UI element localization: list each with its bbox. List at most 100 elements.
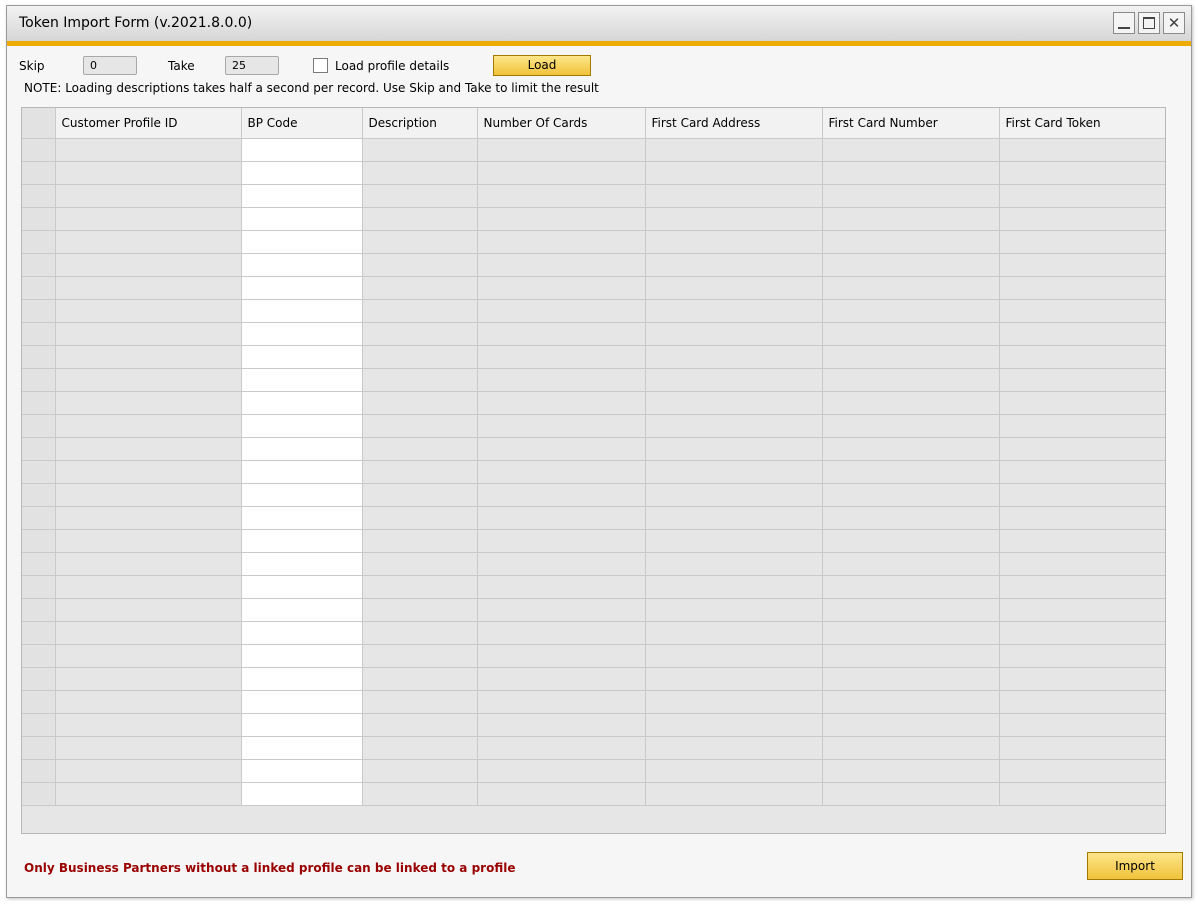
- table-cell[interactable]: [999, 552, 1165, 576]
- table-row[interactable]: [22, 322, 1165, 346]
- row-selector[interactable]: [22, 230, 56, 254]
- row-selector[interactable]: [22, 391, 56, 415]
- table-cell[interactable]: [822, 736, 1000, 760]
- table-cell[interactable]: [645, 138, 823, 162]
- row-selector[interactable]: [22, 782, 56, 806]
- table-cell[interactable]: [645, 598, 823, 622]
- table-cell[interactable]: [822, 529, 1000, 553]
- table-cell[interactable]: [822, 299, 1000, 323]
- table-cell[interactable]: [241, 184, 363, 208]
- table-cell[interactable]: [477, 552, 646, 576]
- table-cell[interactable]: [645, 759, 823, 783]
- row-selector[interactable]: [22, 736, 56, 760]
- table-cell[interactable]: [999, 736, 1165, 760]
- table-cell[interactable]: [362, 322, 478, 346]
- load-details-checkbox[interactable]: [313, 58, 328, 73]
- table-cell[interactable]: [241, 276, 363, 300]
- table-cell[interactable]: [999, 529, 1165, 553]
- table-cell[interactable]: [822, 575, 1000, 599]
- table-cell[interactable]: [55, 391, 242, 415]
- table-cell[interactable]: [362, 437, 478, 461]
- close-button[interactable]: ✕: [1163, 12, 1185, 34]
- table-cell[interactable]: [362, 575, 478, 599]
- table-cell[interactable]: [822, 184, 1000, 208]
- table-cell[interactable]: [241, 713, 363, 737]
- table-cell[interactable]: [645, 552, 823, 576]
- table-row[interactable]: [22, 621, 1165, 645]
- table-cell[interactable]: [999, 690, 1165, 714]
- table-cell[interactable]: [55, 690, 242, 714]
- row-selector[interactable]: [22, 345, 56, 369]
- table-cell[interactable]: [477, 644, 646, 668]
- table-cell[interactable]: [999, 253, 1165, 277]
- table-cell[interactable]: [645, 253, 823, 277]
- table-cell[interactable]: [645, 460, 823, 484]
- table-cell[interactable]: [477, 184, 646, 208]
- table-cell[interactable]: [477, 483, 646, 507]
- table-cell[interactable]: [55, 759, 242, 783]
- table-cell[interactable]: [362, 644, 478, 668]
- table-cell[interactable]: [241, 575, 363, 599]
- row-selector[interactable]: [22, 483, 56, 507]
- table-cell[interactable]: [55, 621, 242, 645]
- table-row[interactable]: [22, 782, 1165, 806]
- row-selector[interactable]: [22, 138, 56, 162]
- table-row[interactable]: [22, 184, 1165, 208]
- table-cell[interactable]: [55, 529, 242, 553]
- table-cell[interactable]: [645, 276, 823, 300]
- table-cell[interactable]: [55, 713, 242, 737]
- row-selector[interactable]: [22, 161, 56, 185]
- title-bar[interactable]: Token Import Form (v.2021.8.0.0) ✕: [7, 6, 1191, 46]
- table-cell[interactable]: [645, 483, 823, 507]
- table-cell[interactable]: [999, 621, 1165, 645]
- table-row[interactable]: [22, 552, 1165, 576]
- table-row[interactable]: [22, 414, 1165, 438]
- table-cell[interactable]: [645, 575, 823, 599]
- table-cell[interactable]: [362, 391, 478, 415]
- table-row[interactable]: [22, 437, 1165, 461]
- table-cell[interactable]: [645, 391, 823, 415]
- table-cell[interactable]: [645, 368, 823, 392]
- table-cell[interactable]: [477, 368, 646, 392]
- table-cell[interactable]: [362, 667, 478, 691]
- row-selector[interactable]: [22, 299, 56, 323]
- row-selector[interactable]: [22, 667, 56, 691]
- table-cell[interactable]: [55, 575, 242, 599]
- table-cell[interactable]: [55, 782, 242, 806]
- column-header-bp-code[interactable]: BP Code: [241, 108, 363, 139]
- table-cell[interactable]: [55, 322, 242, 346]
- table-cell[interactable]: [645, 713, 823, 737]
- table-cell[interactable]: [477, 621, 646, 645]
- table-cell[interactable]: [362, 598, 478, 622]
- table-cell[interactable]: [55, 667, 242, 691]
- table-cell[interactable]: [822, 713, 1000, 737]
- table-cell[interactable]: [241, 759, 363, 783]
- table-cell[interactable]: [477, 598, 646, 622]
- table-cell[interactable]: [362, 161, 478, 185]
- table-row[interactable]: [22, 368, 1165, 392]
- table-cell[interactable]: [822, 690, 1000, 714]
- row-selector[interactable]: [22, 276, 56, 300]
- table-row[interactable]: [22, 138, 1165, 162]
- table-cell[interactable]: [645, 621, 823, 645]
- table-cell[interactable]: [477, 713, 646, 737]
- table-cell[interactable]: [362, 368, 478, 392]
- table-row[interactable]: [22, 644, 1165, 668]
- table-cell[interactable]: [362, 253, 478, 277]
- table-cell[interactable]: [55, 483, 242, 507]
- table-cell[interactable]: [822, 345, 1000, 369]
- table-row[interactable]: [22, 276, 1165, 300]
- table-cell[interactable]: [362, 230, 478, 254]
- table-cell[interactable]: [477, 414, 646, 438]
- row-selector[interactable]: [22, 414, 56, 438]
- table-cell[interactable]: [55, 598, 242, 622]
- table-cell[interactable]: [477, 506, 646, 530]
- table-cell[interactable]: [241, 391, 363, 415]
- import-button[interactable]: Import: [1087, 852, 1183, 880]
- table-cell[interactable]: [362, 138, 478, 162]
- table-row[interactable]: [22, 667, 1165, 691]
- table-row[interactable]: [22, 736, 1165, 760]
- table-cell[interactable]: [362, 782, 478, 806]
- table-cell[interactable]: [477, 736, 646, 760]
- table-cell[interactable]: [55, 368, 242, 392]
